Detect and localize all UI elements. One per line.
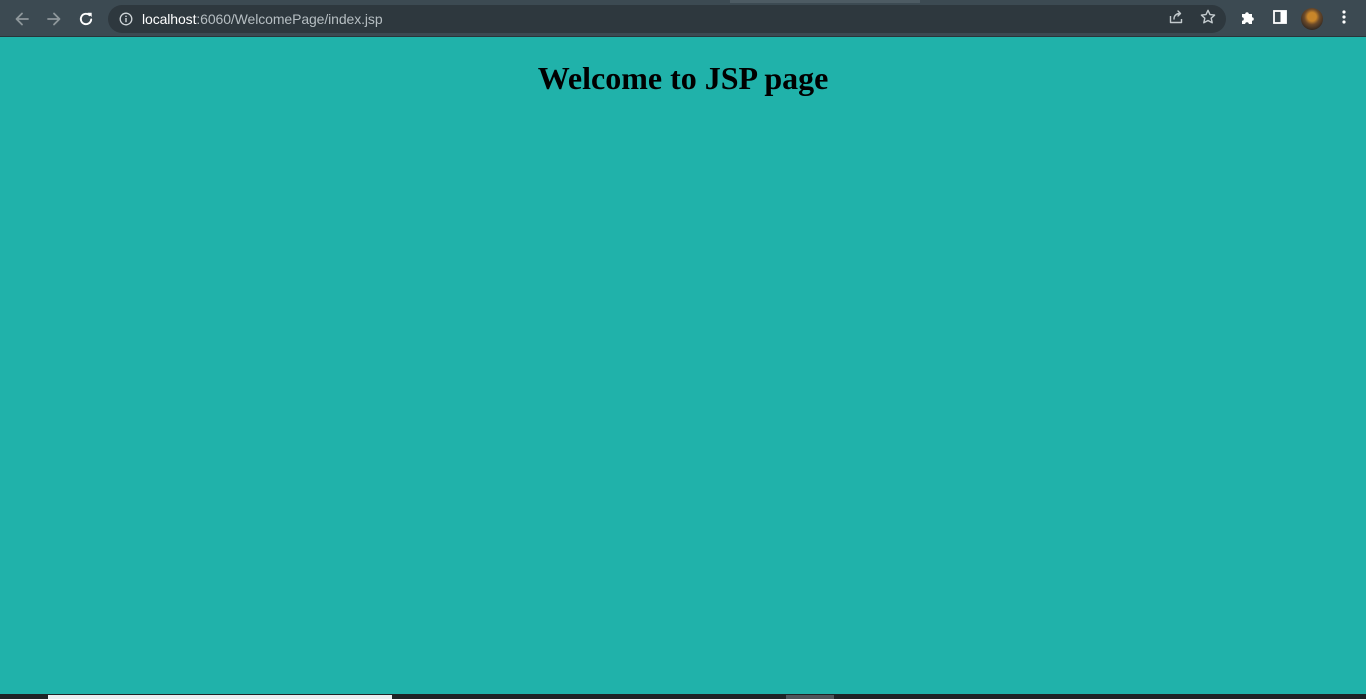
- back-button[interactable]: [9, 6, 35, 32]
- page-content: Welcome to JSP page: [0, 37, 1366, 694]
- url-text[interactable]: localhost:6060/WelcomePage/index.jsp: [142, 11, 383, 27]
- reload-button[interactable]: [73, 6, 99, 32]
- taskbar-segment: [48, 695, 392, 699]
- url-path: :6060/WelcomePage/index.jsp: [196, 11, 383, 27]
- star-icon: [1199, 8, 1217, 31]
- extensions-button[interactable]: [1237, 8, 1259, 30]
- address-bar[interactable]: localhost:6060/WelcomePage/index.jsp: [108, 5, 1226, 33]
- page-heading: Welcome to JSP page: [537, 60, 829, 96]
- bookmark-button[interactable]: [1198, 9, 1218, 29]
- side-panel-button[interactable]: [1269, 8, 1291, 30]
- reload-icon: [77, 10, 95, 28]
- share-icon: [1167, 8, 1185, 31]
- kebab-menu-icon: [1335, 8, 1353, 31]
- avatar[interactable]: [1301, 8, 1323, 30]
- forward-button[interactable]: [41, 6, 67, 32]
- info-icon[interactable]: [119, 12, 133, 26]
- puzzle-icon: [1239, 8, 1257, 31]
- taskbar-edge: [0, 694, 1366, 699]
- active-tab-indicator: [730, 0, 920, 3]
- share-button[interactable]: [1166, 9, 1186, 29]
- browser-toolbar: localhost:6060/WelcomePage/index.jsp: [0, 0, 1366, 37]
- forward-arrow-icon: [45, 10, 63, 28]
- side-panel-icon: [1271, 8, 1289, 31]
- taskbar-segment: [786, 695, 834, 699]
- url-host: localhost: [142, 11, 197, 27]
- browser-menu-button[interactable]: [1333, 8, 1355, 30]
- back-arrow-icon: [13, 10, 31, 28]
